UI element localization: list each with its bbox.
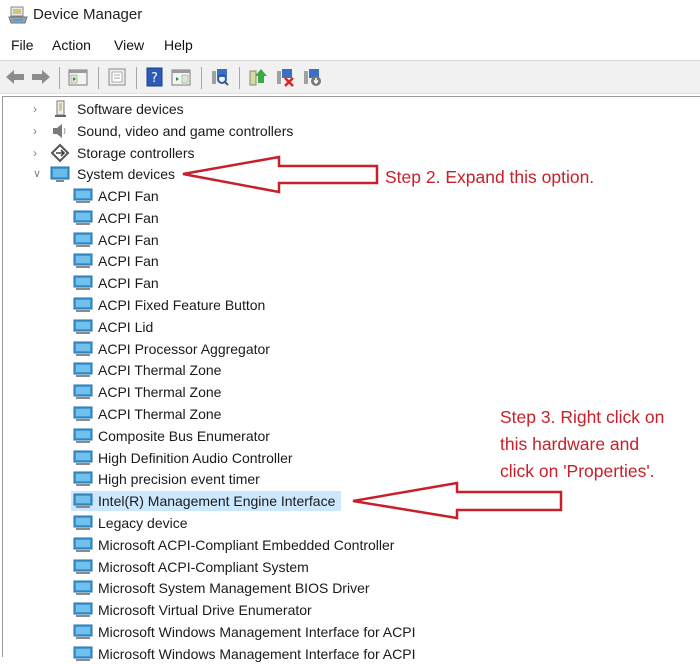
toolbar-separator	[239, 67, 240, 89]
monitor-icon	[73, 537, 93, 552]
menu-action[interactable]: Action	[52, 37, 91, 53]
monitor-icon	[73, 515, 93, 530]
toolbar-separator	[98, 67, 99, 89]
monitor-icon	[73, 646, 93, 661]
chevron-down-icon[interactable]: ∨	[33, 164, 43, 184]
menu-bar: File Action View Help	[0, 34, 700, 58]
toolbar-separator	[59, 67, 60, 89]
update-driver-icon[interactable]	[248, 67, 268, 87]
device-label: High Definition Audio Controller	[98, 450, 293, 466]
device-tree: › Software devices › Sound, video and ga…	[2, 96, 700, 662]
speaker-icon	[53, 124, 66, 138]
device-label: Composite Bus Enumerator	[98, 428, 270, 444]
step3-line: this hardware and	[500, 434, 640, 454]
device-label: Microsoft Windows Management Interface f…	[98, 646, 416, 662]
monitor-icon	[73, 319, 93, 334]
device-label: Intel(R) Management Engine Interface	[98, 493, 336, 509]
disable-device-icon[interactable]	[302, 67, 322, 87]
device-label: ACPI Fan	[98, 253, 159, 269]
uninstall-device-icon[interactable]	[275, 67, 295, 87]
tree-category-sound-video-game[interactable]: › Sound, video and game controllers	[3, 121, 403, 141]
monitor-icon	[73, 602, 93, 617]
device-label: Legacy device	[98, 515, 188, 531]
back-icon[interactable]	[5, 67, 25, 87]
tree-category-storage-controllers[interactable]: › Storage controllers	[3, 143, 403, 163]
device-label: ACPI Thermal Zone	[98, 406, 222, 422]
tree-category-label: Software devices	[77, 101, 184, 117]
monitor-icon	[73, 297, 93, 312]
device-label: Microsoft System Management BIOS Driver	[98, 580, 370, 596]
monitor-icon	[73, 428, 93, 443]
chevron-right-icon[interactable]: ›	[33, 99, 43, 119]
device-label: ACPI Processor Aggregator	[98, 341, 270, 357]
monitor-icon	[73, 450, 93, 465]
monitor-icon	[73, 188, 93, 203]
device-label: ACPI Fan	[98, 275, 159, 291]
toolbar: ?	[0, 60, 700, 94]
step2-annotation: Step 2. Expand this option.	[385, 167, 595, 187]
monitor-icon	[73, 559, 93, 574]
device-label: ACPI Fan	[98, 232, 159, 248]
monitor-icon	[73, 580, 93, 595]
tree-category-label: Storage controllers	[77, 145, 195, 161]
tree-category-label: Sound, video and game controllers	[77, 123, 294, 139]
device-manager-icon	[8, 6, 28, 24]
device-label: ACPI Lid	[98, 319, 154, 335]
device-label: ACPI Fan	[98, 188, 159, 204]
device-label: ACPI Thermal Zone	[98, 384, 222, 400]
monitor-icon	[73, 624, 93, 639]
tree-category-system-devices[interactable]: ∨ System devices	[3, 164, 403, 184]
scan-hardware-changes-icon[interactable]	[210, 67, 230, 87]
menu-file[interactable]: File	[11, 37, 34, 53]
monitor-icon	[50, 166, 70, 182]
show-hide-action-pane-icon[interactable]	[171, 67, 191, 87]
help-icon[interactable]: ?	[145, 67, 165, 87]
device-label: Microsoft ACPI-Compliant Embedded Contro…	[98, 537, 395, 553]
menu-view[interactable]: View	[114, 37, 144, 53]
device-label: Microsoft Windows Management Interface f…	[98, 624, 416, 640]
monitor-icon	[73, 275, 93, 290]
device-label: ACPI Thermal Zone	[98, 362, 222, 378]
tree-category-label: System devices	[77, 166, 176, 182]
step3-line: Step 3. Right click on	[500, 407, 665, 427]
toolbar-separator	[201, 67, 202, 89]
storage-controller-icon	[50, 143, 70, 163]
title-bar: Device Manager	[0, 0, 700, 32]
window-title: Device Manager	[33, 6, 143, 23]
device-label: High precision event timer	[98, 471, 260, 487]
step3-annotation: Step 3. Right click on this hardware and…	[500, 404, 664, 485]
software-device-icon	[55, 100, 66, 117]
monitor-icon	[73, 232, 93, 247]
device-label: ACPI Fan	[98, 210, 159, 226]
properties-icon[interactable]	[107, 67, 127, 87]
device-list-item[interactable]: Intel(R) Management Engine Interface	[71, 491, 342, 511]
chevron-right-icon[interactable]: ›	[33, 143, 43, 163]
monitor-icon	[73, 471, 93, 486]
monitor-icon	[73, 253, 93, 268]
menu-help[interactable]: Help	[164, 37, 193, 53]
tree-category-software-devices[interactable]: › Software devices	[3, 99, 403, 119]
step3-line: click on 'Properties'.	[500, 461, 655, 481]
device-label: ACPI Fixed Feature Button	[98, 297, 266, 313]
svg-text:?: ?	[151, 71, 158, 86]
monitor-icon	[73, 384, 93, 399]
monitor-icon	[73, 210, 93, 225]
chevron-right-icon[interactable]: ›	[33, 121, 43, 141]
monitor-icon	[73, 362, 93, 377]
monitor-icon	[73, 493, 93, 508]
device-label: Microsoft Virtual Drive Enumerator	[98, 602, 312, 618]
monitor-icon	[73, 406, 93, 421]
forward-icon[interactable]	[31, 67, 51, 87]
show-hide-console-tree-icon[interactable]	[68, 67, 88, 87]
device-label: Microsoft ACPI-Compliant System	[98, 559, 309, 575]
monitor-icon	[73, 341, 93, 356]
toolbar-separator	[136, 67, 137, 89]
